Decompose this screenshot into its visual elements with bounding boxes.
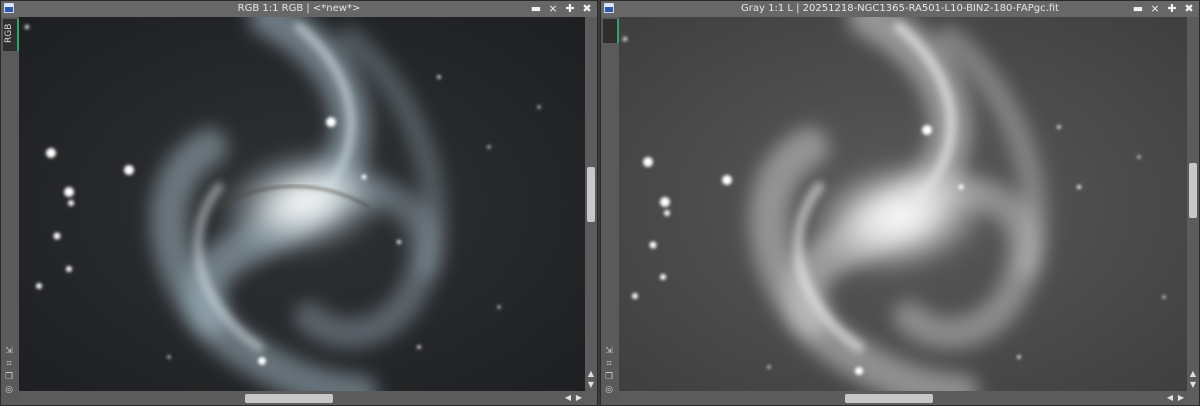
scroll-up-icon[interactable]: ▲ — [1188, 369, 1198, 379]
zoom-icon[interactable]: ⌗ — [3, 359, 15, 369]
target-icon[interactable]: ◎ — [3, 385, 15, 395]
rgb-galaxy-svg — [19, 17, 585, 391]
clone-icon[interactable]: ❐ — [603, 372, 615, 382]
scroll-left-icon[interactable]: ◀ — [1165, 393, 1175, 403]
scroll-down-icon[interactable]: ▼ — [586, 380, 596, 390]
fit-icon[interactable]: ⇲ — [3, 346, 15, 356]
left-sidebar: RGB ⇲ ⌗ ❐ ◎ — [1, 17, 19, 405]
maximize-icon[interactable]: ✚ — [564, 1, 576, 17]
window-icon[interactable] — [4, 3, 14, 13]
right-titlebar[interactable]: Gray 1:1 L | 20251218-NGC1365-RA501-L10-… — [601, 1, 1199, 17]
gray-galaxy-svg — [619, 17, 1187, 391]
gray-tab[interactable] — [603, 19, 619, 43]
left-window-title: RGB 1:1 RGB | <*new*> — [237, 3, 361, 14]
left-horizontal-scrollbar[interactable]: ◀ ▶ — [19, 391, 585, 405]
window-icon[interactable] — [604, 3, 614, 13]
rgb-image-window[interactable]: RGB 1:1 RGB | <*new*> ▬ ⨯ ✚ ✖ RGB ⇲ ⌗ ❐ … — [0, 0, 598, 406]
zoom-icon[interactable]: ⌗ — [603, 359, 615, 369]
gray-image-window[interactable]: Gray 1:1 L | 20251218-NGC1365-RA501-L10-… — [600, 0, 1200, 406]
scroll-down-icon[interactable]: ▼ — [1188, 380, 1198, 390]
right-horizontal-scrollbar[interactable]: ◀ ▶ — [619, 391, 1187, 405]
left-titlebar[interactable]: RGB 1:1 RGB | <*new*> ▬ ⨯ ✚ ✖ — [1, 1, 597, 17]
rgb-tab[interactable]: RGB — [3, 19, 19, 51]
shade-icon[interactable]: ⨯ — [1149, 1, 1161, 17]
clone-icon[interactable]: ❐ — [3, 372, 15, 382]
minimize-icon[interactable]: ▬ — [1132, 1, 1144, 17]
target-icon[interactable]: ◎ — [603, 385, 615, 395]
left-vertical-scrollbar[interactable]: ▲ ▼ — [585, 17, 597, 391]
right-sidebar: ⇲ ⌗ ❐ ◎ — [601, 17, 619, 405]
right-window-title: Gray 1:1 L | 20251218-NGC1365-RA501-L10-… — [741, 3, 1059, 14]
rgb-tab-label: RGB — [4, 23, 14, 43]
close-icon[interactable]: ✖ — [581, 1, 593, 17]
scroll-right-icon[interactable]: ▶ — [574, 393, 584, 403]
rgb-galaxy-image[interactable] — [19, 17, 585, 391]
shade-icon[interactable]: ⨯ — [547, 1, 559, 17]
right-vertical-thumb[interactable] — [1189, 163, 1197, 218]
right-vertical-scrollbar[interactable]: ▲ ▼ — [1187, 17, 1199, 391]
left-horizontal-thumb[interactable] — [245, 394, 333, 403]
scroll-right-icon[interactable]: ▶ — [1176, 393, 1186, 403]
close-icon[interactable]: ✖ — [1183, 1, 1195, 17]
maximize-icon[interactable]: ✚ — [1166, 1, 1178, 17]
scroll-left-icon[interactable]: ◀ — [563, 393, 573, 403]
right-horizontal-thumb[interactable] — [845, 394, 933, 403]
fit-icon[interactable]: ⇲ — [603, 346, 615, 356]
left-vertical-thumb[interactable] — [587, 167, 595, 222]
minimize-icon[interactable]: ▬ — [530, 1, 542, 17]
scroll-up-icon[interactable]: ▲ — [586, 369, 596, 379]
gray-galaxy-image[interactable] — [619, 17, 1187, 391]
